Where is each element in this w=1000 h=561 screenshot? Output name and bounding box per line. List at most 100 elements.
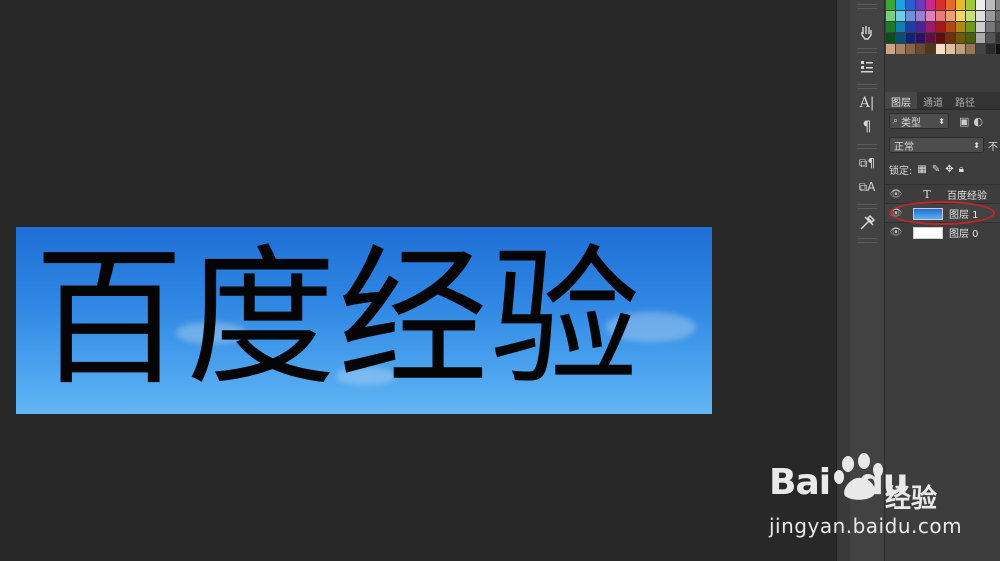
eye-icon[interactable]: 👁︎ [885,189,907,200]
color-swatch[interactable] [996,11,1000,21]
color-swatch[interactable] [916,33,925,43]
dock-grip[interactable] [857,48,877,53]
color-swatch[interactable] [976,0,985,10]
dock-grip[interactable] [857,204,877,209]
clone-source-icon[interactable] [855,56,879,78]
tool-presets-icon[interactable] [855,212,879,234]
watermark-cn-text: 经验 [885,484,938,514]
color-swatch[interactable] [966,44,975,54]
color-swatch[interactable] [966,33,975,43]
layer-filter-select[interactable]: ⌕ 类型 ⬍ [889,113,949,129]
color-swatch[interactable] [926,33,935,43]
eye-icon[interactable]: 👁︎ [885,227,907,238]
adjustment-filter-icon[interactable]: ◐ [973,115,983,128]
image-layer[interactable]: 百度经验 [16,227,712,414]
color-swatch[interactable] [926,11,935,21]
color-swatch[interactable] [896,0,905,10]
layer-name[interactable]: 图层 0 [949,225,979,240]
layer-filter-row: ⌕ 类型 ⬍ ▣ ◐ [889,112,1000,130]
dock-grip[interactable] [857,4,877,9]
baidu-jingyan-watermark: Bai du 经验 jingyan.baidu.com [765,450,1000,550]
color-swatch[interactable] [906,22,915,32]
color-swatch[interactable] [946,11,955,21]
color-swatch[interactable] [986,22,995,32]
watermark-url: jingyan.baidu.com [769,514,963,538]
opacity-label: 不 [988,141,998,153]
color-swatch[interactable] [886,11,895,21]
color-swatch[interactable] [996,44,1000,54]
color-swatch[interactable] [886,33,895,43]
character-styles-icon[interactable]: ⧉A [855,176,879,198]
color-swatch[interactable] [886,22,895,32]
color-swatch[interactable] [976,44,985,54]
blend-mode-select[interactable]: 正常 ⬍ [889,137,984,153]
color-swatch[interactable] [976,22,985,32]
color-swatch[interactable] [906,0,915,10]
select-arrows-icon: ⬍ [973,140,980,150]
character-panel-icon[interactable]: A| [855,92,879,114]
color-swatch[interactable] [966,22,975,32]
document-canvas[interactable]: 百度经验 [0,0,836,561]
color-swatch[interactable] [996,22,1000,32]
color-swatch[interactable] [946,22,955,32]
color-swatch[interactable] [946,44,955,54]
color-swatch[interactable] [936,33,945,43]
tab-channels[interactable]: 通道 [917,92,949,109]
layers-panel-tabs: 图层 通道 路径 [885,92,1000,110]
color-swatch[interactable] [966,11,975,21]
color-swatch[interactable] [916,22,925,32]
color-swatch[interactable] [906,44,915,54]
brush-tool-icon[interactable] [855,22,879,44]
color-swatch[interactable] [926,0,935,10]
color-swatch[interactable] [926,22,935,32]
lock-transparent-icon[interactable]: ▦ [917,164,926,175]
color-swatch[interactable] [956,0,965,10]
color-swatch[interactable] [946,0,955,10]
color-swatch[interactable] [896,33,905,43]
color-swatch[interactable] [956,11,965,21]
lock-position-icon[interactable]: ✥ [945,164,953,175]
tab-paths[interactable]: 路径 [949,92,981,109]
color-swatch[interactable] [936,0,945,10]
color-swatch[interactable] [956,22,965,32]
color-swatch[interactable] [966,0,975,10]
color-swatch[interactable] [886,44,895,54]
color-swatch[interactable] [976,33,985,43]
color-swatch[interactable] [986,11,995,21]
color-swatch[interactable] [956,33,965,43]
color-swatch[interactable] [956,44,965,54]
color-swatch[interactable] [986,0,995,10]
swatches-panel[interactable] [886,0,1000,64]
color-swatch[interactable] [986,33,995,43]
color-swatch[interactable] [996,33,1000,43]
color-swatch[interactable] [906,33,915,43]
paragraph-styles-icon[interactable]: ⧉¶ [855,152,879,174]
color-swatch[interactable] [936,11,945,21]
dock-grip[interactable] [857,84,877,89]
color-swatch[interactable] [986,44,995,54]
paragraph-panel-icon[interactable]: ¶ [855,116,879,138]
color-swatch[interactable] [946,33,955,43]
image-filter-icon[interactable]: ▣ [959,115,969,128]
dock-grip[interactable] [857,144,877,149]
color-swatch[interactable] [896,22,905,32]
color-swatch[interactable] [916,11,925,21]
dock-grip[interactable] [857,238,877,243]
color-swatch[interactable] [916,44,925,54]
color-swatch[interactable] [936,22,945,32]
color-swatch[interactable] [976,11,985,21]
lock-image-icon[interactable]: ✎ [932,164,940,175]
color-swatch[interactable] [886,0,895,10]
color-swatch[interactable] [896,11,905,21]
lock-all-icon[interactable]: 🔒︎ [959,164,964,175]
color-swatch[interactable] [896,44,905,54]
layer-name[interactable]: 百度经验 [947,187,987,202]
color-swatch[interactable] [926,44,935,54]
color-swatch[interactable] [906,11,915,21]
layer-row-0[interactable]: 👁︎ 图层 0 [885,222,1000,242]
color-swatch[interactable] [996,0,1000,10]
color-swatch[interactable] [916,0,925,10]
color-swatch[interactable] [936,44,945,54]
filter-label: 类型 [901,117,922,129]
tab-layers[interactable]: 图层 [885,92,917,109]
